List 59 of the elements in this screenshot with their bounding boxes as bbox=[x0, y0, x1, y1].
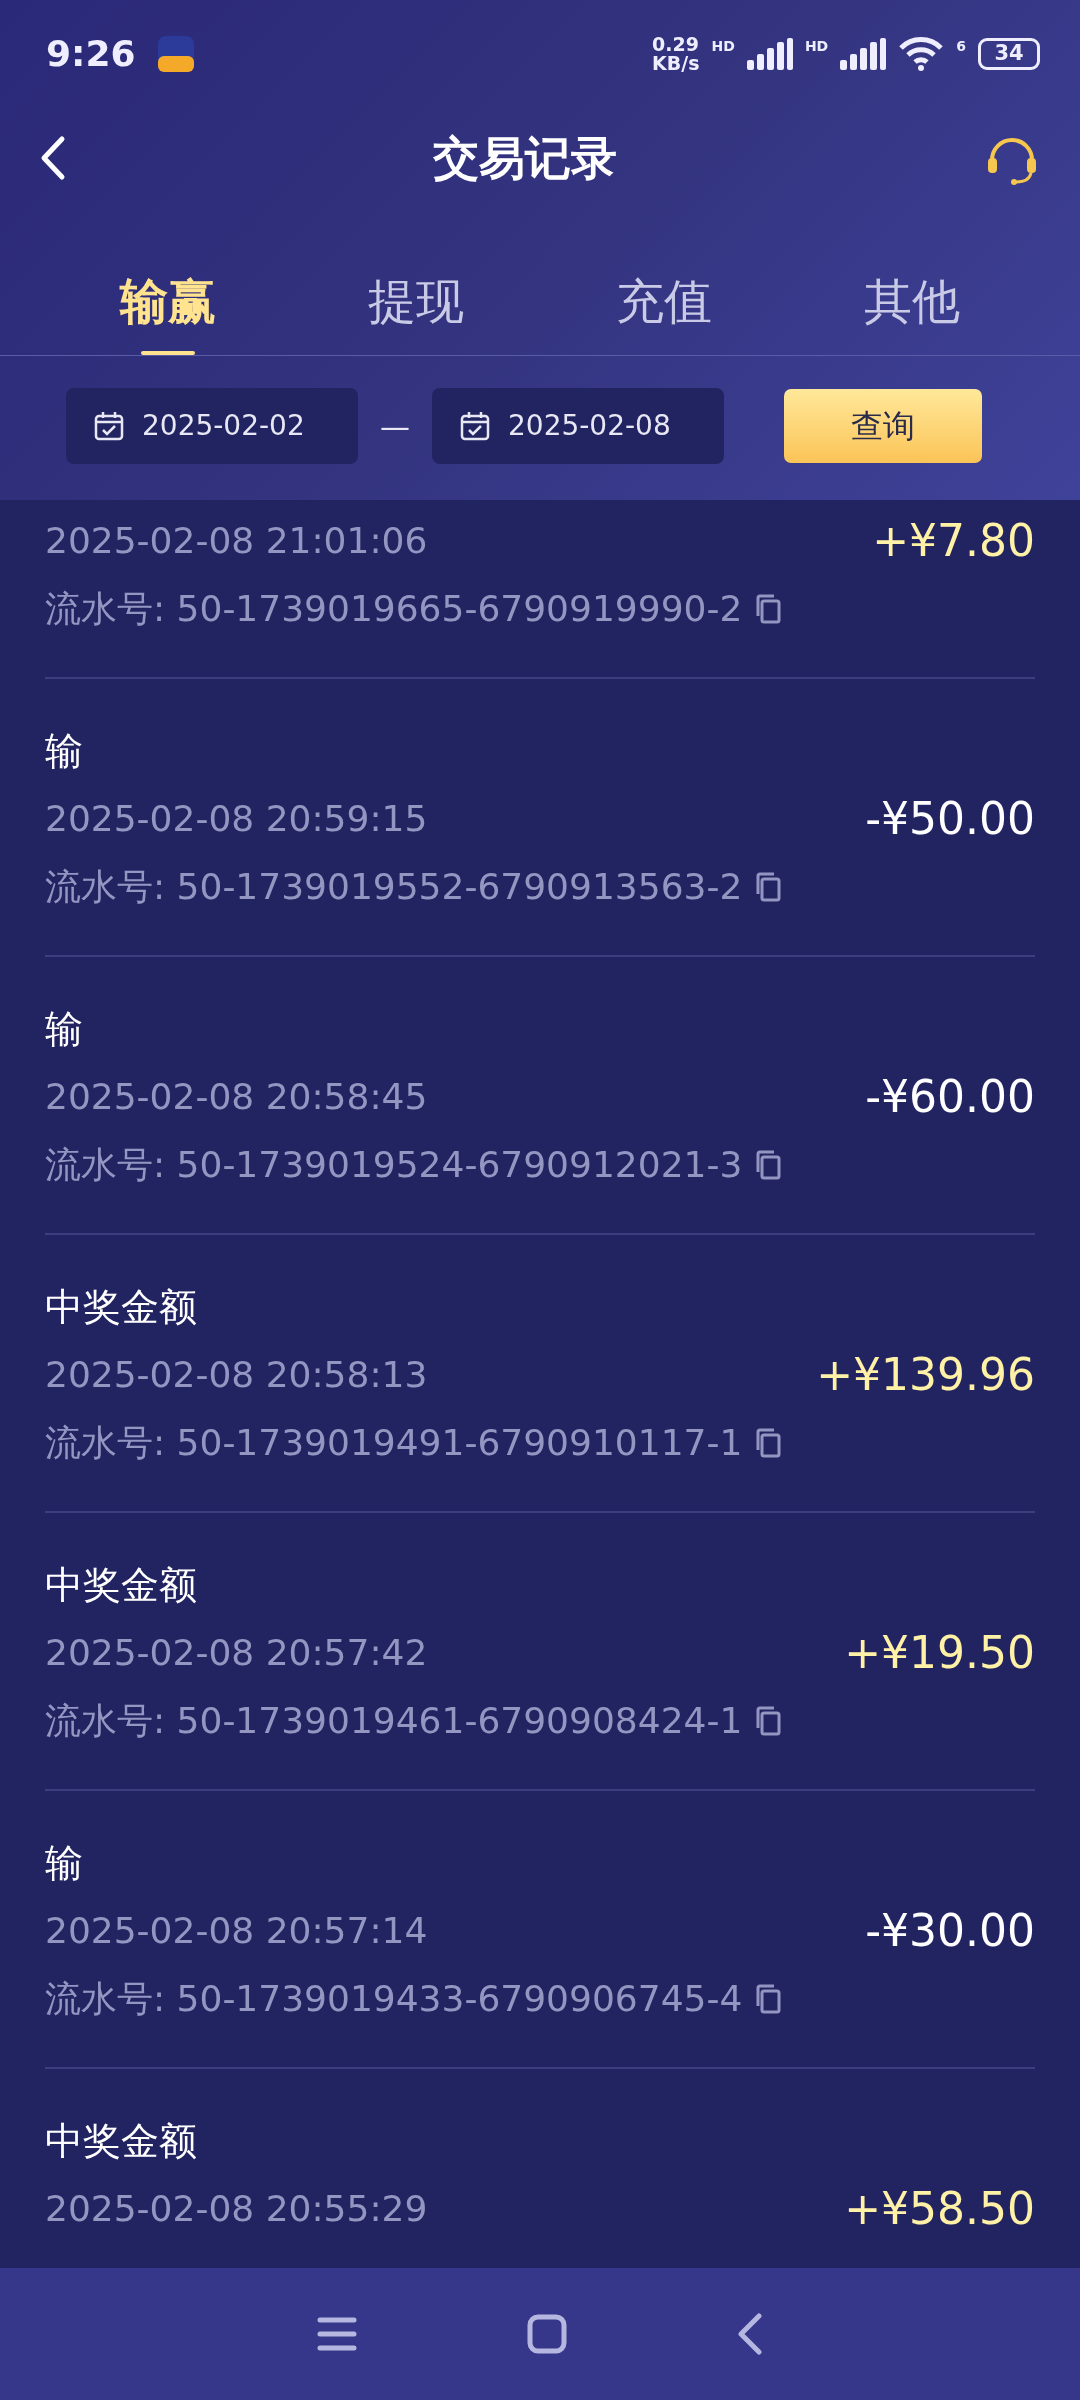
tab[interactable]: 提现 bbox=[292, 208, 540, 355]
search-button[interactable]: 查询 bbox=[784, 389, 982, 463]
copy-icon[interactable] bbox=[754, 1706, 783, 1736]
record-time: 2025-02-08 20:58:45 bbox=[45, 1075, 428, 1119]
serial-number: 流水号: 50-1739019491-6790910117-1 bbox=[45, 1421, 743, 1465]
date-picker[interactable]: 2025-02-08 bbox=[432, 388, 724, 464]
record-amount: -¥60.00 bbox=[865, 1070, 1035, 1124]
date-value: 2025-02-02 bbox=[142, 408, 305, 444]
record-title: 中奖金额 bbox=[45, 1561, 197, 1609]
clock-time: 9:26 bbox=[46, 32, 136, 76]
wifi-label: 6 bbox=[956, 39, 966, 53]
range-separator: — bbox=[379, 407, 411, 446]
record-amount: -¥30.00 bbox=[865, 1904, 1035, 1958]
copy-icon[interactable] bbox=[754, 1428, 783, 1458]
record-time: 2025-02-08 20:58:13 bbox=[45, 1353, 428, 1397]
date-picker[interactable]: 2025-02-02 bbox=[66, 388, 358, 464]
serial-number: 流水号: 50-1739019552-6790913563-2 bbox=[45, 865, 743, 909]
network-speed: KB/s bbox=[652, 54, 700, 73]
date-value: 2025-02-08 bbox=[508, 408, 671, 444]
record-time: 2025-02-08 20:55:29 bbox=[45, 2187, 428, 2231]
record-title: 中奖金额 bbox=[45, 1283, 197, 1331]
record-title: 输 bbox=[45, 1005, 83, 1053]
network-type: HD bbox=[711, 39, 735, 53]
copy-icon[interactable] bbox=[754, 1150, 783, 1180]
record-time: 2025-02-08 20:59:15 bbox=[45, 797, 428, 841]
serial-number: 流水号: 50-1739019524-6790912021-3 bbox=[45, 1143, 743, 1187]
serial-number: 流水号: 50-1739019665-6790919990-2 bbox=[45, 587, 743, 631]
tab[interactable]: 输赢 bbox=[44, 208, 292, 355]
wifi-icon bbox=[898, 36, 945, 72]
record-title: 中奖金额 bbox=[45, 2117, 197, 2165]
page-title: 交易记录 bbox=[432, 129, 618, 187]
network-type: HD bbox=[804, 39, 829, 53]
record-amount: +¥7.80 bbox=[872, 514, 1035, 568]
battery-indicator: 34 bbox=[978, 38, 1040, 70]
network-speed: 0.29 bbox=[652, 35, 700, 54]
signal-icon bbox=[746, 38, 793, 70]
tab[interactable]: 充值 bbox=[540, 208, 788, 355]
record-amount: +¥139.96 bbox=[816, 1348, 1035, 1402]
copy-icon[interactable] bbox=[754, 594, 783, 624]
menu-icon[interactable] bbox=[317, 2317, 357, 2351]
record-time: 2025-02-08 21:01:06 bbox=[45, 519, 428, 563]
serial-number: 流水号: 50-1739019433-6790906745-4 bbox=[45, 1977, 743, 2021]
record-title: 输 bbox=[45, 1839, 83, 1887]
record-time: 2025-02-08 20:57:42 bbox=[45, 1631, 428, 1675]
record-time: 2025-02-08 20:57:14 bbox=[45, 1909, 428, 1953]
copy-icon[interactable] bbox=[754, 1984, 783, 2014]
app-icon bbox=[157, 36, 194, 72]
record-amount: +¥19.50 bbox=[844, 1626, 1035, 1680]
record-title: 输 bbox=[45, 727, 83, 775]
serial-number: 流水号: 50-1739019461-6790908424-1 bbox=[45, 1699, 743, 1743]
record-amount: -¥50.00 bbox=[865, 792, 1035, 846]
record-amount: +¥58.50 bbox=[844, 2182, 1035, 2236]
tab[interactable]: 其他 bbox=[788, 208, 1036, 355]
copy-icon[interactable] bbox=[754, 872, 783, 902]
home-icon[interactable] bbox=[527, 2314, 567, 2354]
calendar-icon bbox=[460, 411, 490, 441]
back-icon[interactable] bbox=[737, 2313, 763, 2355]
signal-icon bbox=[840, 38, 887, 70]
calendar-icon bbox=[94, 411, 124, 441]
